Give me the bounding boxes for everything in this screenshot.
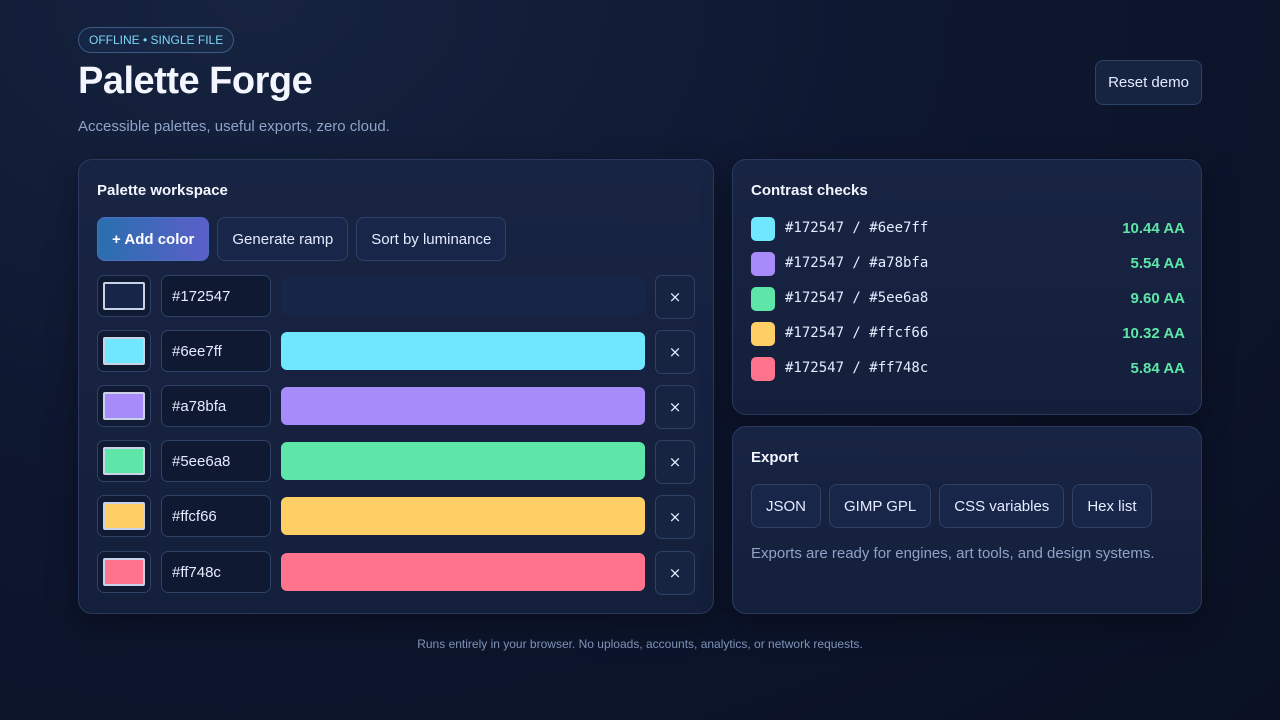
footer-note: Runs entirely in your browser. No upload… [417, 637, 863, 651]
contrast-swatch [751, 287, 775, 311]
remove-color-button[interactable]: × [655, 495, 695, 539]
export-panel: Export JSON GIMP GPL CSS variables Hex l… [732, 426, 1202, 614]
contrast-title: Contrast checks [751, 182, 868, 199]
export-title: Export [751, 449, 799, 466]
add-color-button[interactable]: + Add color [97, 217, 210, 261]
color-picker-swatch [103, 447, 145, 475]
color-picker-swatch [103, 502, 145, 530]
color-row: × [97, 495, 697, 539]
workspace-toolbar: + Add color Generate ramp Sort by lumina… [97, 217, 507, 261]
hex-input[interactable] [161, 440, 271, 482]
contrast-pair: #172547 / #6ee7ff [785, 220, 929, 236]
color-picker[interactable] [97, 551, 151, 593]
hex-input[interactable] [161, 551, 271, 593]
sort-by-luminance-button[interactable]: Sort by luminance [356, 217, 507, 261]
contrast-score: 5.54 AA [1130, 255, 1185, 272]
color-preview-bar [281, 442, 645, 480]
contrast-check-row: #172547 / #ff748c 5.84 AA [751, 357, 1185, 381]
contrast-swatch [751, 252, 775, 276]
export-note: Exports are ready for engines, art tools… [751, 545, 1155, 562]
contrast-check-row: #172547 / #a78bfa 5.54 AA [751, 252, 1185, 276]
hex-input[interactable] [161, 275, 271, 317]
color-preview-bar [281, 553, 645, 591]
color-row: × [97, 440, 697, 484]
contrast-pair: #172547 / #ffcf66 [785, 325, 929, 341]
remove-color-button[interactable]: × [655, 551, 695, 595]
color-picker[interactable] [97, 440, 151, 482]
contrast-score: 9.60 AA [1130, 290, 1185, 307]
export-gimp-gpl-button[interactable]: GIMP GPL [829, 484, 932, 528]
contrast-pair: #172547 / #5ee6a8 [785, 290, 929, 306]
color-picker-swatch [103, 392, 145, 420]
color-picker-swatch [103, 558, 145, 586]
color-row: × [97, 330, 697, 374]
reset-demo-button[interactable]: Reset demo [1095, 60, 1202, 105]
remove-color-button[interactable]: × [655, 440, 695, 484]
palette-workspace-panel: Palette workspace + Add color Generate r… [78, 159, 714, 614]
contrast-swatch [751, 322, 775, 346]
page-subtitle: Accessible palettes, useful exports, zer… [78, 118, 390, 135]
color-picker[interactable] [97, 495, 151, 537]
contrast-score: 5.84 AA [1130, 360, 1185, 377]
export-hex-list-button[interactable]: Hex list [1072, 484, 1152, 528]
contrast-check-row: #172547 / #6ee7ff 10.44 AA [751, 217, 1185, 241]
color-picker-swatch [103, 282, 145, 310]
color-preview-bar [281, 497, 645, 535]
color-preview-bar [281, 387, 645, 425]
color-row: × [97, 385, 697, 429]
color-picker-swatch [103, 337, 145, 365]
workspace-title: Palette workspace [97, 182, 228, 199]
generate-ramp-button[interactable]: Generate ramp [217, 217, 349, 261]
remove-color-button[interactable]: × [655, 330, 695, 374]
color-preview-bar [281, 332, 645, 370]
remove-color-button[interactable]: × [655, 385, 695, 429]
hex-input[interactable] [161, 495, 271, 537]
offline-badge: OFFLINE • SINGLE FILE [78, 27, 235, 53]
hex-input[interactable] [161, 330, 271, 372]
export-css-variables-button[interactable]: CSS variables [939, 484, 1065, 528]
contrast-pair: #172547 / #a78bfa [785, 255, 929, 271]
export-json-button[interactable]: JSON [751, 484, 822, 528]
export-button-group: JSON GIMP GPL CSS variables Hex list [751, 484, 1152, 528]
contrast-checks-panel: Contrast checks #172547 / #6ee7ff 10.44 … [732, 159, 1202, 415]
contrast-check-row: #172547 / #5ee6a8 9.60 AA [751, 287, 1185, 311]
contrast-score: 10.32 AA [1122, 325, 1185, 342]
color-row: × [97, 551, 697, 595]
color-picker[interactable] [97, 385, 151, 427]
contrast-score: 10.44 AA [1122, 220, 1185, 237]
color-picker[interactable] [97, 275, 151, 317]
color-preview-bar [281, 277, 645, 315]
color-row: × [97, 275, 697, 319]
contrast-check-row: #172547 / #ffcf66 10.32 AA [751, 322, 1185, 346]
hex-input[interactable] [161, 385, 271, 427]
contrast-swatch [751, 217, 775, 241]
page-title: Palette Forge [78, 60, 313, 102]
color-picker[interactable] [97, 330, 151, 372]
contrast-swatch [751, 357, 775, 381]
remove-color-button[interactable]: × [655, 275, 695, 319]
contrast-pair: #172547 / #ff748c [785, 360, 929, 376]
